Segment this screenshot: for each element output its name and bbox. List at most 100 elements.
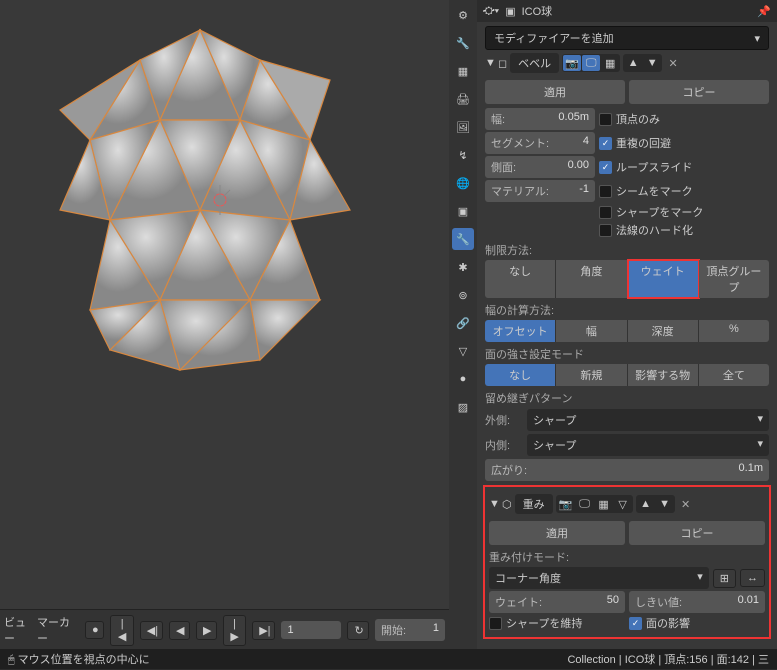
viewlayer-icon[interactable]: 🖼	[452, 116, 474, 138]
weighting-mode-select[interactable]: コーナー角度▾	[489, 567, 709, 589]
play-reverse-icon[interactable]: ◀	[169, 621, 190, 640]
keyframe-prev-icon[interactable]: ◀|	[140, 621, 163, 640]
wtype-percent[interactable]: %	[699, 320, 769, 342]
physics-icon[interactable]: ⊚	[452, 284, 474, 306]
only-vertices-checkbox[interactable]: 頂点のみ	[599, 111, 660, 127]
realtime-visibility-icon[interactable]: 🖵	[582, 55, 600, 71]
auto-key-icon[interactable]: ●	[85, 621, 104, 639]
clamp-overlap-checkbox[interactable]: 重複の回避	[599, 135, 671, 151]
fstrength-all[interactable]: 全て	[699, 364, 769, 386]
options-icon[interactable]: ⚙	[452, 4, 474, 26]
apply-button[interactable]: 適用	[489, 521, 625, 545]
weighted-normal-icon: ⬡	[502, 498, 512, 511]
object-icon[interactable]: ▣	[452, 200, 474, 222]
timeline-view-menu[interactable]: ビュー	[4, 614, 31, 646]
miter-outer-select[interactable]: シャープ▾	[527, 409, 769, 431]
limit-method-segment: なし 角度 ウェイト 頂点グループ	[485, 260, 769, 298]
realtime-visibility-icon[interactable]: 🖵	[576, 496, 594, 512]
current-frame-field[interactable]: 1	[281, 621, 341, 639]
status-hint: マウス位置を視点の中心に	[18, 654, 150, 666]
scene-icon[interactable]: ↯	[452, 144, 474, 166]
material-field[interactable]: マテリアル:-1	[485, 180, 595, 202]
keep-sharp-checkbox[interactable]: シャープを維持	[489, 615, 625, 631]
loop-slide-checkbox[interactable]: ループスライド	[599, 159, 692, 175]
threshold-field[interactable]: しきい値:0.01	[629, 591, 765, 613]
render-visibility-icon[interactable]: 📷	[557, 496, 575, 512]
modifier-name[interactable]: ベベル	[510, 53, 559, 73]
apply-button[interactable]: 適用	[485, 80, 625, 104]
object-icon: ▣	[505, 5, 515, 18]
collapse-icon[interactable]: ▼	[485, 57, 495, 69]
jump-end-icon[interactable]: ▶|	[252, 621, 275, 640]
sync-icon[interactable]: ↻	[347, 621, 369, 640]
width-field[interactable]: 幅:0.05m	[485, 108, 595, 130]
fstrength-new[interactable]: 新規	[556, 364, 627, 386]
miter-inner-select[interactable]: シャープ▾	[527, 434, 769, 456]
vgroup-icon[interactable]: ⊞	[713, 569, 736, 588]
weight-field[interactable]: ウェイト:50	[489, 591, 625, 613]
mark-seams-checkbox[interactable]: シームをマーク	[599, 183, 693, 199]
copy-button[interactable]: コピー	[629, 80, 769, 104]
render-icon[interactable]: ▦	[452, 60, 474, 82]
tool-icon[interactable]: 🔧	[452, 32, 474, 54]
modifier-tab-icon[interactable]: 🔧	[452, 228, 474, 250]
particles-icon[interactable]: ✱	[452, 256, 474, 278]
modifier-name[interactable]: 重み	[515, 494, 553, 514]
editmode-visibility-icon[interactable]: ▦	[601, 55, 619, 71]
face-strength-label: 面の強さ設定モード	[485, 346, 769, 362]
status-bar: 🖱 マウス位置を視点の中心に Collection | ICO球 | 頂点:15…	[0, 649, 777, 669]
play-icon[interactable]: ▶	[196, 621, 217, 640]
texture-icon[interactable]: ▨	[452, 396, 474, 418]
cage-icon[interactable]: ▽	[614, 496, 632, 512]
wtype-width[interactable]: 幅	[556, 320, 627, 342]
limit-none[interactable]: なし	[485, 260, 556, 298]
miter-label: 留め継ぎパターン	[485, 390, 769, 406]
face-influence-checkbox[interactable]: 面の影響	[629, 615, 765, 631]
wtype-depth[interactable]: 深度	[628, 320, 699, 342]
delete-modifier-icon[interactable]: ✕	[678, 496, 694, 512]
options-dropdown-icon[interactable]: ⛮▾	[483, 5, 499, 18]
constraints-icon[interactable]: 🔗	[452, 312, 474, 334]
material-icon[interactable]: ●	[452, 368, 474, 390]
render-visibility-icon[interactable]: 📷	[563, 55, 581, 71]
timeline-marker-menu[interactable]: マーカー	[37, 614, 73, 646]
segments-field[interactable]: セグメント:4	[485, 132, 595, 154]
move-down-icon[interactable]: ▼	[656, 496, 674, 512]
width-type-segment: オフセット 幅 深度 %	[485, 320, 769, 342]
limit-method-label: 制限方法:	[485, 242, 769, 258]
pin-icon[interactable]: 📌	[757, 5, 771, 18]
width-type-label: 幅の計算方法:	[485, 302, 769, 318]
mark-sharp-checkbox[interactable]: シャープをマーク	[599, 204, 703, 220]
face-strength-segment: なし 新規 影響する物 全て	[485, 364, 769, 386]
collapse-icon[interactable]: ▼	[489, 498, 499, 510]
delete-modifier-icon[interactable]: ✕	[665, 55, 681, 71]
move-up-icon[interactable]: ▲	[637, 496, 655, 512]
fstrength-none[interactable]: なし	[485, 364, 556, 386]
start-frame-field[interactable]: 開始: 1	[375, 619, 445, 641]
limit-weight[interactable]: ウェイト	[628, 260, 699, 298]
move-up-icon[interactable]: ▲	[624, 55, 642, 71]
world-icon[interactable]: 🌐	[452, 172, 474, 194]
mouse-icon: 🖱	[8, 654, 15, 666]
profile-field[interactable]: 側面:0.00	[485, 156, 595, 178]
3d-viewport[interactable]	[0, 0, 449, 609]
bevel-icon: ◻	[498, 57, 507, 70]
jump-start-icon[interactable]: |◀	[110, 615, 133, 646]
harden-normals-checkbox[interactable]: 法線のハード化	[599, 222, 693, 238]
move-down-icon[interactable]: ▼	[643, 55, 661, 71]
copy-button[interactable]: コピー	[629, 521, 765, 545]
icosphere-mesh	[10, 10, 390, 390]
editmode-visibility-icon[interactable]: ▦	[595, 496, 613, 512]
properties-tabs: ⚙ 🔧 ▦ 🖨 🖼 ↯ 🌐 ▣ 🔧 ✱ ⊚ 🔗 ▽ ● ▨	[449, 0, 477, 669]
invert-icon[interactable]: ↔	[740, 569, 765, 587]
fstrength-affected[interactable]: 影響する物	[628, 364, 699, 386]
wtype-offset[interactable]: オフセット	[485, 320, 556, 342]
keyframe-next-icon[interactable]: |▶	[223, 615, 246, 646]
add-modifier-dropdown[interactable]: モディファイアーを追加▾	[485, 26, 769, 50]
mesh-data-icon[interactable]: ▽	[452, 340, 474, 362]
spread-field[interactable]: 広がり:0.1m	[485, 459, 769, 481]
status-info: Collection | ICO球 | 頂点:156 | 面:142 | 三	[567, 651, 769, 667]
output-icon[interactable]: 🖨	[452, 88, 474, 110]
limit-vgroup[interactable]: 頂点グループ	[699, 260, 769, 298]
limit-angle[interactable]: 角度	[556, 260, 627, 298]
